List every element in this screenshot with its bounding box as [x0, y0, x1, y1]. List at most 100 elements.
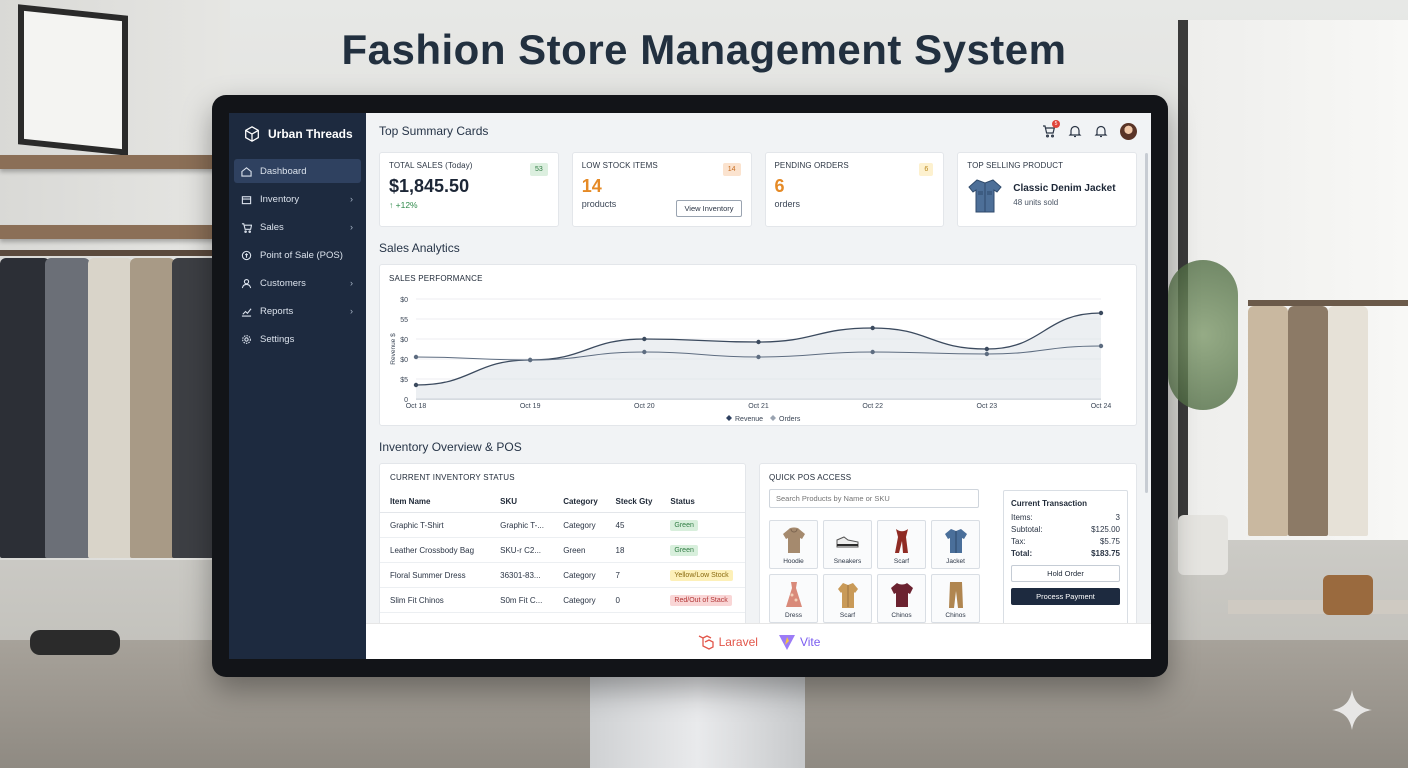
- pos-product-tile[interactable]: Hoodie: [769, 520, 818, 569]
- sidebar-item-settings[interactable]: Settings: [234, 327, 361, 351]
- inventory-section-title: Inventory Overview & POS: [379, 440, 522, 454]
- vite-icon: [778, 634, 795, 650]
- dashboard-icon: [240, 165, 252, 177]
- background-shoes: [30, 630, 120, 655]
- table-row[interactable]: Graphic T-Shirt Graphic T-... Category 4…: [380, 512, 745, 538]
- sales-trend: ↑ +12%: [389, 200, 549, 210]
- sales-line-chart: $055$0$0$50Revenue $Oct 18 Oct 19 Oct 20 Oc…: [390, 297, 1111, 421]
- background-bag: [1323, 575, 1373, 615]
- row-value: $125.00: [1091, 525, 1120, 534]
- background-plant: [1168, 260, 1238, 410]
- pending-orders-value: 6: [774, 176, 785, 196]
- pos-product-tile[interactable]: Scarf: [877, 520, 926, 569]
- avatar[interactable]: [1120, 122, 1137, 140]
- pos-product-tile[interactable]: Jacket: [931, 520, 980, 569]
- page-title: Fashion Store Management System: [341, 26, 1067, 73]
- summary-section-title: Top Summary Cards: [379, 124, 489, 138]
- cart-icon: [240, 221, 252, 233]
- y-tick-label: 55: [400, 317, 408, 324]
- brand[interactable]: Urban Threads: [229, 119, 366, 159]
- sparkle-icon: [1332, 690, 1372, 730]
- background-garment: [1248, 306, 1288, 536]
- column-header[interactable]: Steck Gty: [605, 491, 661, 513]
- cart-button[interactable]: 5: [1042, 120, 1060, 138]
- tile-label: Chinos: [891, 612, 912, 619]
- sidebar-item-reports[interactable]: Reports ›: [234, 299, 361, 323]
- view-inventory-button[interactable]: View Inventory: [676, 200, 742, 217]
- alerts-button[interactable]: [1094, 124, 1108, 138]
- table-row[interactable]: Slim Fit Chinos S0m Fit C... Category 0 …: [380, 587, 745, 613]
- top-product-card[interactable]: TOP SELLING PRODUCT Classic Denim Jacket…: [957, 152, 1137, 227]
- sidebar-item-label: Point of Sale (POS): [260, 249, 343, 261]
- table-row[interactable]: Leather Crossbody Bag SKU-r C2... Green …: [380, 537, 745, 563]
- table-row[interactable]: Floral Summer Dress 36301-83... Category…: [380, 562, 745, 588]
- bell-icon: [1094, 125, 1108, 138]
- product-search-input[interactable]: [769, 489, 979, 508]
- legend-label: Revenue: [735, 416, 763, 421]
- low-stock-value: 14: [581, 176, 602, 196]
- laravel-icon: [698, 634, 714, 650]
- topbar-actions: 5: [1042, 120, 1137, 140]
- sidebar-item-customers[interactable]: Customers ›: [234, 271, 361, 295]
- tile-label: Chinos: [945, 612, 966, 619]
- column-header[interactable]: Category: [553, 491, 606, 513]
- data-point: [870, 349, 875, 355]
- x-tick-label: Oct 23: [977, 403, 998, 410]
- total-sales-card[interactable]: TOTAL SALES (Today) $1,845.50 ↑ +12% 53: [379, 152, 559, 227]
- data-point: [642, 349, 647, 355]
- chart-icon: [240, 305, 252, 317]
- trend-up-icon: ↑: [389, 200, 396, 210]
- chevron-right-icon: ›: [350, 306, 353, 316]
- box-icon: [240, 193, 252, 205]
- column-header[interactable]: SKU: [490, 491, 554, 513]
- status-badge: Yellow/Low Stock: [670, 570, 733, 581]
- sidebar-item-label: Customers: [260, 277, 306, 289]
- hoodie-icon: [782, 527, 805, 553]
- status-badge: Green: [670, 545, 698, 556]
- status-badge: Red/Out of Stack: [670, 595, 732, 606]
- data-point: [984, 351, 990, 357]
- column-header[interactable]: Status: [660, 491, 745, 513]
- notifications-button[interactable]: [1068, 124, 1082, 138]
- inventory-panel-title: CURRENT INVENTORY STATUS: [390, 473, 515, 482]
- coat-icon: [837, 583, 858, 608]
- pos-product-tile[interactable]: Chinos: [931, 574, 980, 623]
- hold-order-button[interactable]: Hold Order: [1011, 565, 1120, 582]
- item-name: Floral Summer Dress: [380, 562, 491, 588]
- low-stock-card[interactable]: LOW STOCK ITEMS 14 products 14 View Inve…: [571, 152, 752, 227]
- tile-label: Dress: [785, 612, 802, 619]
- pos-product-tile[interactable]: Sneakers: [823, 520, 872, 569]
- pos-product-tile[interactable]: Chinos: [877, 574, 926, 623]
- quick-pos-panel: QUICK POS ACCESS Hoodie Sneakers: [759, 463, 1137, 633]
- jacket-icon: [944, 529, 967, 553]
- background-garment: [88, 258, 133, 558]
- pos-product-tile[interactable]: Dress: [769, 574, 818, 623]
- item-qty: 7: [605, 562, 661, 588]
- sidebar-item-dashboard[interactable]: Dashboard: [234, 159, 361, 183]
- background-clothing-rail: [0, 250, 220, 256]
- tile-label: Scarf: [893, 558, 910, 565]
- sidebar-item-inventory[interactable]: Inventory ›: [234, 187, 361, 211]
- data-point: [984, 346, 990, 352]
- card-badge: 6: [919, 163, 934, 176]
- pending-orders-card[interactable]: PENDING ORDERS 6 orders 6: [764, 152, 945, 227]
- pos-product-tile[interactable]: Scarf: [823, 574, 872, 623]
- background-table: [1228, 600, 1408, 614]
- top-product-units: 48 units sold: [1013, 198, 1059, 207]
- item-name: Leather Crossbody Bag: [380, 537, 491, 563]
- process-payment-button[interactable]: Process Payment: [1011, 588, 1120, 605]
- x-tick-label: Oct 20: [634, 403, 655, 410]
- top-product-name: Classic Denim Jacket: [1013, 183, 1116, 194]
- sidebar-item-pos[interactable]: Point of Sale (POS): [234, 243, 361, 267]
- item-category: Category: [553, 587, 606, 613]
- table-header-row: Item Name SKU Category Steck Gty Status: [380, 491, 745, 513]
- background-plant-pot: [1178, 515, 1228, 575]
- scrollbar[interactable]: [1145, 153, 1148, 493]
- column-header[interactable]: Item Name: [380, 491, 491, 513]
- item-name: Slim Fit Chinos: [380, 587, 491, 613]
- background-garment: [45, 258, 90, 558]
- tile-label: Scarf: [839, 612, 856, 619]
- sidebar-item-sales[interactable]: Sales ›: [234, 215, 361, 239]
- item-status: Red/Out of Stack: [660, 587, 745, 613]
- legend-marker: [726, 415, 732, 421]
